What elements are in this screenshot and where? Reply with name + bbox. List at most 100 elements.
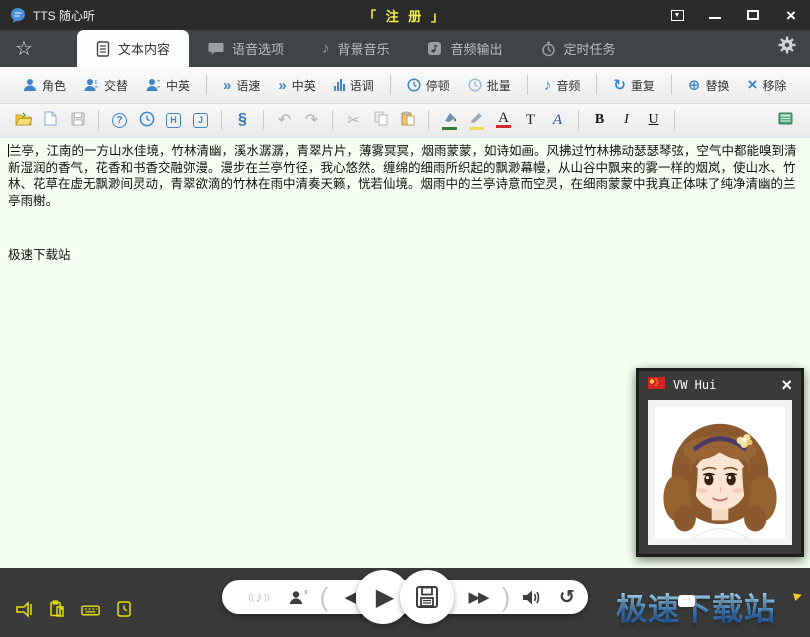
pause-button[interactable]: 停顿 <box>398 71 459 99</box>
h-tag-icon: H <box>166 113 181 128</box>
underline-button[interactable]: U <box>641 108 666 132</box>
corner-tool-icons <box>14 599 134 620</box>
cn-en-speed-icon: » <box>278 77 286 94</box>
tray-button[interactable]: ▼ <box>668 7 686 23</box>
role-button[interactable]: 角色 <box>14 71 75 99</box>
app-title: TTS 随心听 <box>33 7 95 24</box>
minimize-button[interactable] <box>706 7 724 23</box>
repeat-button[interactable]: ↻ 重复 <box>604 71 664 99</box>
new-document-icon <box>44 111 57 129</box>
tab-label: 背景音乐 <box>337 39 389 58</box>
undo-button[interactable]: ↶ <box>272 108 297 132</box>
tab-label: 定时任务 <box>564 39 616 58</box>
alternate-button[interactable]: 交替 <box>75 71 137 99</box>
insert-table-button[interactable] <box>773 108 798 132</box>
font-color-button[interactable]: A <box>491 108 516 132</box>
read-aloud-button[interactable]: (( ♪ )) <box>238 580 280 614</box>
pause-clock-icon <box>407 78 421 92</box>
watermark-spark-icon <box>793 591 803 601</box>
italic-button[interactable]: I <box>614 108 639 132</box>
speed-chevrons-icon: » <box>223 77 231 94</box>
new-document-button[interactable] <box>38 108 63 132</box>
app-logo-icon <box>10 7 27 24</box>
batch-button[interactable]: 批量 <box>459 71 520 99</box>
tab-text-content[interactable]: 文本内容 <box>77 30 189 67</box>
highlight-color-button[interactable] <box>464 108 489 132</box>
edit-toolbar: ? H J § ↶ ↷ ✂ A T A B I U <box>0 104 810 138</box>
help-icon: ? <box>112 113 127 128</box>
keyboard-button[interactable] <box>80 599 101 620</box>
help-button[interactable]: ? <box>107 108 132 132</box>
avatar-panel-header[interactable]: VW Hui × <box>639 371 801 398</box>
watermark-text: 极速下载站 <box>616 592 776 627</box>
main-toolbar: 角色 交替 中英 » 语速 » 中英 语调 停顿 批量 <box>0 67 810 104</box>
save-file-button[interactable] <box>65 108 90 132</box>
speech-bubble-icon <box>208 41 224 56</box>
note-waves-icon: ♪ <box>255 589 263 606</box>
fill-color-button[interactable] <box>437 108 462 132</box>
paste-clipboard-icon <box>401 111 415 129</box>
text-style-a-button[interactable]: A <box>545 108 570 132</box>
avatar-voice-name: VW Hui <box>673 378 716 392</box>
paste-button[interactable] <box>395 108 420 132</box>
volume-button[interactable] <box>514 580 548 614</box>
maximize-button[interactable] <box>744 7 762 23</box>
pitch-bars-icon <box>334 79 345 91</box>
open-file-button[interactable] <box>11 108 36 132</box>
cn-en-speed-button[interactable]: » 中英 <box>269 71 324 99</box>
alternate-person-icon <box>84 78 99 92</box>
settings-gear-icon[interactable] <box>778 36 796 59</box>
editor-text: 兰亭，江南的一方山水佳境，竹林清幽，溪水潺潺，青翠片片，薄雾冥冥，烟雨蒙蒙，如诗… <box>8 144 797 208</box>
forward-button[interactable]: ▶▶ <box>458 580 498 614</box>
timer-button[interactable] <box>113 599 134 620</box>
copy-icon <box>374 111 388 129</box>
repeat-icon: ↻ <box>613 76 626 94</box>
bottom-bar: (( ♪ )) ♀ ( ◀◀ ▶ ▶▶ ) ↺ 极速下载站 <box>0 568 810 637</box>
close-button[interactable]: × <box>782 7 800 23</box>
insert-pause-button[interactable] <box>134 108 159 132</box>
tab-scheduled-tasks[interactable]: 定时任务 <box>522 30 635 67</box>
play-icon: ▶ <box>376 583 394 612</box>
player-bar: (( ♪ )) ♀ ( ◀◀ ▶ ▶▶ ) ↺ <box>222 580 588 614</box>
loop-button[interactable]: ↺ <box>552 580 582 614</box>
document-icon <box>96 41 110 57</box>
favorite-star-icon[interactable]: ☆ <box>15 36 33 61</box>
copy-button[interactable] <box>368 108 393 132</box>
pitch-button[interactable]: 语调 <box>325 71 383 99</box>
music-note-icon: ♪ <box>322 40 330 57</box>
avatar-illustration <box>655 407 785 539</box>
h-tag-button[interactable]: H <box>161 108 186 132</box>
female-symbol: ♀ <box>303 587 310 597</box>
section-button[interactable]: § <box>230 108 255 132</box>
font-color-a-icon: A <box>498 113 509 124</box>
cn-en-role-button[interactable]: 中英 <box>137 71 199 99</box>
tab-voice-options[interactable]: 语音选项 <box>189 30 303 67</box>
speed-button[interactable]: » 语速 <box>214 71 269 99</box>
cn-en-person-icon <box>146 78 161 92</box>
tab-audio-output[interactable]: 音频输出 <box>408 30 521 67</box>
j-tag-icon: J <box>193 113 208 128</box>
audio-button[interactable]: ♪ 音频 <box>535 71 590 99</box>
open-folder-icon <box>15 112 32 129</box>
editor-paragraph: 兰亭，江南的一方山水佳境，竹林清幽，溪水潺潺，青翠片片，薄雾冥冥，烟雨蒙蒙，如诗… <box>8 143 802 209</box>
tabs: 文本内容 语音选项 ♪ 背景音乐 音频输出 <box>77 30 635 67</box>
avatar-close-icon[interactable]: × <box>781 376 792 394</box>
batch-clock-icon <box>468 78 482 92</box>
tts-export-button[interactable] <box>14 599 35 620</box>
audio-note-icon: ♪ <box>544 77 552 94</box>
redo-button[interactable]: ↷ <box>299 108 324 132</box>
tab-label: 音频输出 <box>450 39 502 58</box>
save-audio-button[interactable] <box>400 570 454 624</box>
bold-button[interactable]: B <box>587 108 612 132</box>
remove-button[interactable]: × 移除 <box>739 71 796 99</box>
save-audio-floppy-icon <box>415 585 439 609</box>
tab-background-music[interactable]: ♪ 背景音乐 <box>303 30 409 67</box>
replace-button[interactable]: ⊕ 替换 <box>679 71 739 99</box>
cut-button[interactable]: ✂ <box>341 108 366 132</box>
voice-select-button[interactable]: ♀ <box>284 580 314 614</box>
text-style-t-button[interactable]: T <box>518 108 543 132</box>
stopwatch-icon <box>541 41 556 57</box>
j-tag-button[interactable]: J <box>188 108 213 132</box>
voice-avatar-panel[interactable]: VW Hui × <box>636 368 804 557</box>
clipboard-monitor-button[interactable] <box>47 599 68 620</box>
